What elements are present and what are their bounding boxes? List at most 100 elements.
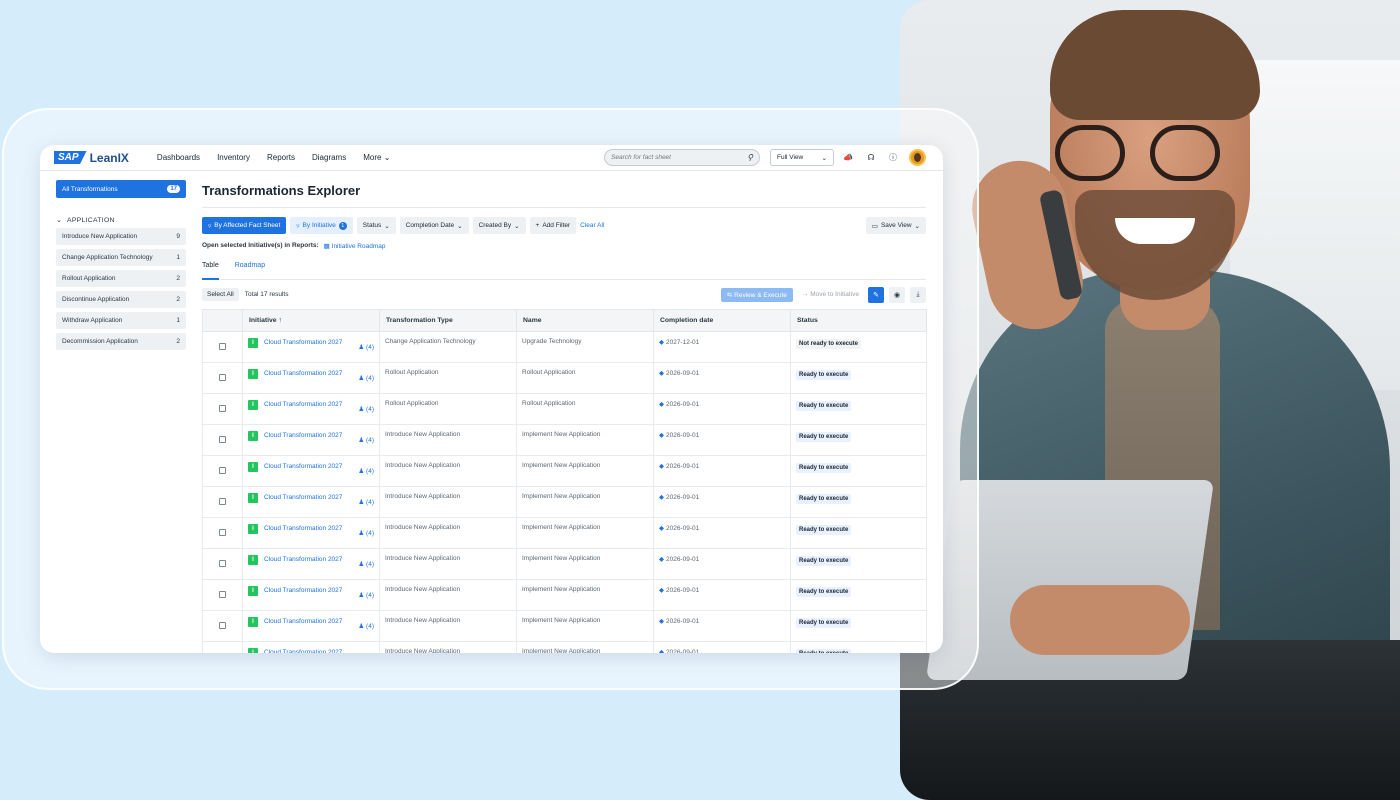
row-checkbox[interactable] — [219, 497, 226, 505]
initiative-link[interactable]: Cloud Transformation 2027 — [264, 431, 344, 441]
sidebar-item[interactable]: Discontinue Application 2 — [56, 291, 186, 308]
sidebar-item[interactable]: Withdraw Application 1 — [56, 312, 186, 329]
initiative-link[interactable]: Cloud Transformation 2027 — [264, 400, 344, 410]
swap-icon: ⇆ — [726, 291, 733, 299]
nav-dashboards[interactable]: Dashboards — [157, 153, 200, 162]
initiative-people-count[interactable]: ♟ (4) — [358, 586, 374, 599]
completion-date-filter-dropdown[interactable]: Completion Date ⌄ — [399, 217, 469, 234]
initiative-people-count[interactable]: ♟ (4) — [358, 648, 374, 653]
tab-table[interactable]: Table — [202, 262, 219, 280]
nav-more[interactable]: More ⌄ — [363, 153, 390, 162]
initiative-people-count[interactable]: ♟ (4) — [358, 555, 374, 568]
initiative-people-count[interactable]: ♟ (4) — [358, 400, 374, 413]
initiative-people-count[interactable]: ♟ (4) — [358, 524, 374, 537]
initiative-badge-icon: I — [248, 462, 258, 472]
chevron-down-icon: ⌄ — [383, 153, 391, 162]
table-row[interactable]: I Cloud Transformation 2027 ♟ (4) Change Ap… — [202, 331, 927, 363]
download-icon[interactable]: ⤓ — [910, 286, 926, 303]
avatar[interactable] — [909, 149, 926, 166]
search-box: ⚲ — [604, 149, 760, 166]
select-all-button[interactable]: Select All — [202, 288, 239, 301]
initiative-badge-icon: I — [248, 369, 258, 379]
column-header-status[interactable]: Status — [790, 309, 927, 332]
row-checkbox[interactable] — [219, 466, 226, 474]
row-checkbox[interactable] — [219, 621, 226, 629]
table-row[interactable]: I Cloud Transformation 2027 ♟ (4) Introduce… — [202, 610, 927, 642]
table-row[interactable]: I Cloud Transformation 2027 ♟ (4) Introduce… — [202, 486, 927, 518]
sidebar-item-all-transformations[interactable]: All Transformations 17 — [56, 180, 186, 198]
clear-all-link[interactable]: Clear All — [580, 222, 604, 229]
sidebar-item[interactable]: Rollout Application 2 — [56, 270, 186, 287]
table-row[interactable]: I Cloud Transformation 2027 ♟ (4) Introduce… — [202, 548, 927, 580]
filter-label: Add Filter — [542, 222, 571, 229]
add-filter-button[interactable]: + Add Filter — [529, 217, 577, 234]
headset-icon[interactable]: ☊ — [865, 151, 877, 163]
row-checkbox[interactable] — [219, 559, 226, 567]
tab-roadmap[interactable]: Roadmap — [235, 262, 265, 279]
save-view-button[interactable]: ▭ Save View ⌄ — [865, 217, 926, 234]
edit-icon[interactable]: ✎ — [868, 286, 884, 303]
initiative-link[interactable]: Cloud Transformation 2027 — [264, 462, 344, 472]
search-icon[interactable]: ⚲ — [747, 153, 753, 162]
top-navigation-bar: SAP LeanIX Dashboards Inventory Reports … — [40, 145, 943, 171]
sidebar-item-count: 2 — [176, 275, 180, 282]
eye-icon[interactable]: ◉ — [889, 286, 905, 303]
table-row[interactable]: I Cloud Transformation 2027 ♟ (4) Introduce… — [202, 579, 927, 611]
column-header-initiative[interactable]: Initiative ↑ — [242, 309, 380, 332]
initiative-link[interactable]: Cloud Transformation 2027 — [264, 524, 344, 534]
filter-by-initiative-button[interactable]: ▿ By Initiative 1 — [290, 217, 353, 234]
view-select[interactable]: Full View ⌄ — [770, 149, 834, 166]
initiative-people-count[interactable]: ♟ (4) — [358, 617, 374, 630]
row-checkbox[interactable] — [219, 342, 226, 350]
move-to-initiative-button[interactable]: → Move to Initiative — [798, 288, 863, 301]
row-checkbox[interactable] — [219, 435, 226, 443]
row-checkbox[interactable] — [219, 404, 226, 412]
initiative-link[interactable]: Cloud Transformation 2027 — [264, 493, 344, 503]
initiative-people-count[interactable]: ♟ (4) — [358, 493, 374, 506]
table-row[interactable]: I Cloud Transformation 2027 ♟ (4) Introduce… — [202, 641, 927, 653]
table-row[interactable]: I Cloud Transformation 2027 ♟ (4) Rollout A… — [202, 393, 927, 425]
sidebar-group-application[interactable]: ⌄ APPLICATION — [56, 216, 186, 225]
people-count: (4) — [366, 530, 374, 537]
column-header-name[interactable]: Name — [516, 309, 654, 332]
initiative-people-count[interactable]: ♟ (4) — [358, 462, 374, 475]
completion-date-cell: 2026-09-01 — [653, 424, 791, 456]
help-icon[interactable]: ⓘ — [887, 151, 899, 163]
review-execute-button[interactable]: ⇆ Review & Execute — [720, 287, 793, 302]
initiative-people-count[interactable]: ♟ (4) — [358, 338, 374, 351]
created-by-filter-dropdown[interactable]: Created By ⌄ — [472, 217, 526, 234]
nav-diagrams[interactable]: Diagrams — [312, 153, 346, 162]
initiative-link[interactable]: Cloud Transformation 2027 — [264, 617, 344, 627]
megaphone-icon[interactable]: 📣 — [842, 151, 854, 163]
sidebar-item[interactable]: Change Application Technology 1 — [56, 249, 186, 266]
nav-reports[interactable]: Reports — [267, 153, 295, 162]
initiative-link[interactable]: Cloud Transformation 2027 — [264, 369, 344, 379]
sap-leanix-logo[interactable]: SAP LeanIX — [54, 151, 129, 165]
row-checkbox-cell — [202, 331, 243, 363]
column-header-completion-date[interactable]: Completion date — [653, 309, 791, 332]
table-row[interactable]: I Cloud Transformation 2027 ♟ (4) Rollout A… — [202, 362, 927, 394]
row-checkbox[interactable] — [219, 373, 226, 381]
status-filter-dropdown[interactable]: Status ⌄ — [356, 217, 396, 234]
row-checkbox[interactable] — [219, 590, 226, 598]
row-checkbox[interactable] — [219, 528, 226, 536]
column-header-transformation-type[interactable]: Transformation Type — [379, 309, 517, 332]
initiative-roadmap-link[interactable]: ▩ Initiative Roadmap — [324, 242, 386, 250]
sidebar-item[interactable]: Decommission Application 2 — [56, 333, 186, 350]
table-row[interactable]: I Cloud Transformation 2027 ♟ (4) Introduce… — [202, 455, 927, 487]
search-input[interactable] — [611, 154, 731, 161]
logo-sap: SAP — [54, 151, 87, 164]
initiative-people-count[interactable]: ♟ (4) — [358, 431, 374, 444]
initiative-link[interactable]: Cloud Transformation 2027 — [264, 555, 344, 565]
row-checkbox[interactable] — [219, 652, 226, 653]
sidebar-item[interactable]: Introduce New Application 9 — [56, 228, 186, 245]
table-row[interactable]: I Cloud Transformation 2027 ♟ (4) Introduce… — [202, 424, 927, 456]
nav-inventory[interactable]: Inventory — [217, 153, 250, 162]
table-row[interactable]: I Cloud Transformation 2027 ♟ (4) Introduce… — [202, 517, 927, 549]
name-cell: Implement New Application — [516, 517, 654, 549]
filter-by-fact-sheet-button[interactable]: ▿ By Affected Fact Sheet — [202, 217, 287, 234]
initiative-link[interactable]: Cloud Transformation 2027 — [264, 586, 344, 596]
initiative-people-count[interactable]: ♟ (4) — [358, 369, 374, 382]
initiative-link[interactable]: Cloud Transformation 2027 — [264, 648, 344, 653]
initiative-link[interactable]: Cloud Transformation 2027 — [264, 338, 344, 348]
